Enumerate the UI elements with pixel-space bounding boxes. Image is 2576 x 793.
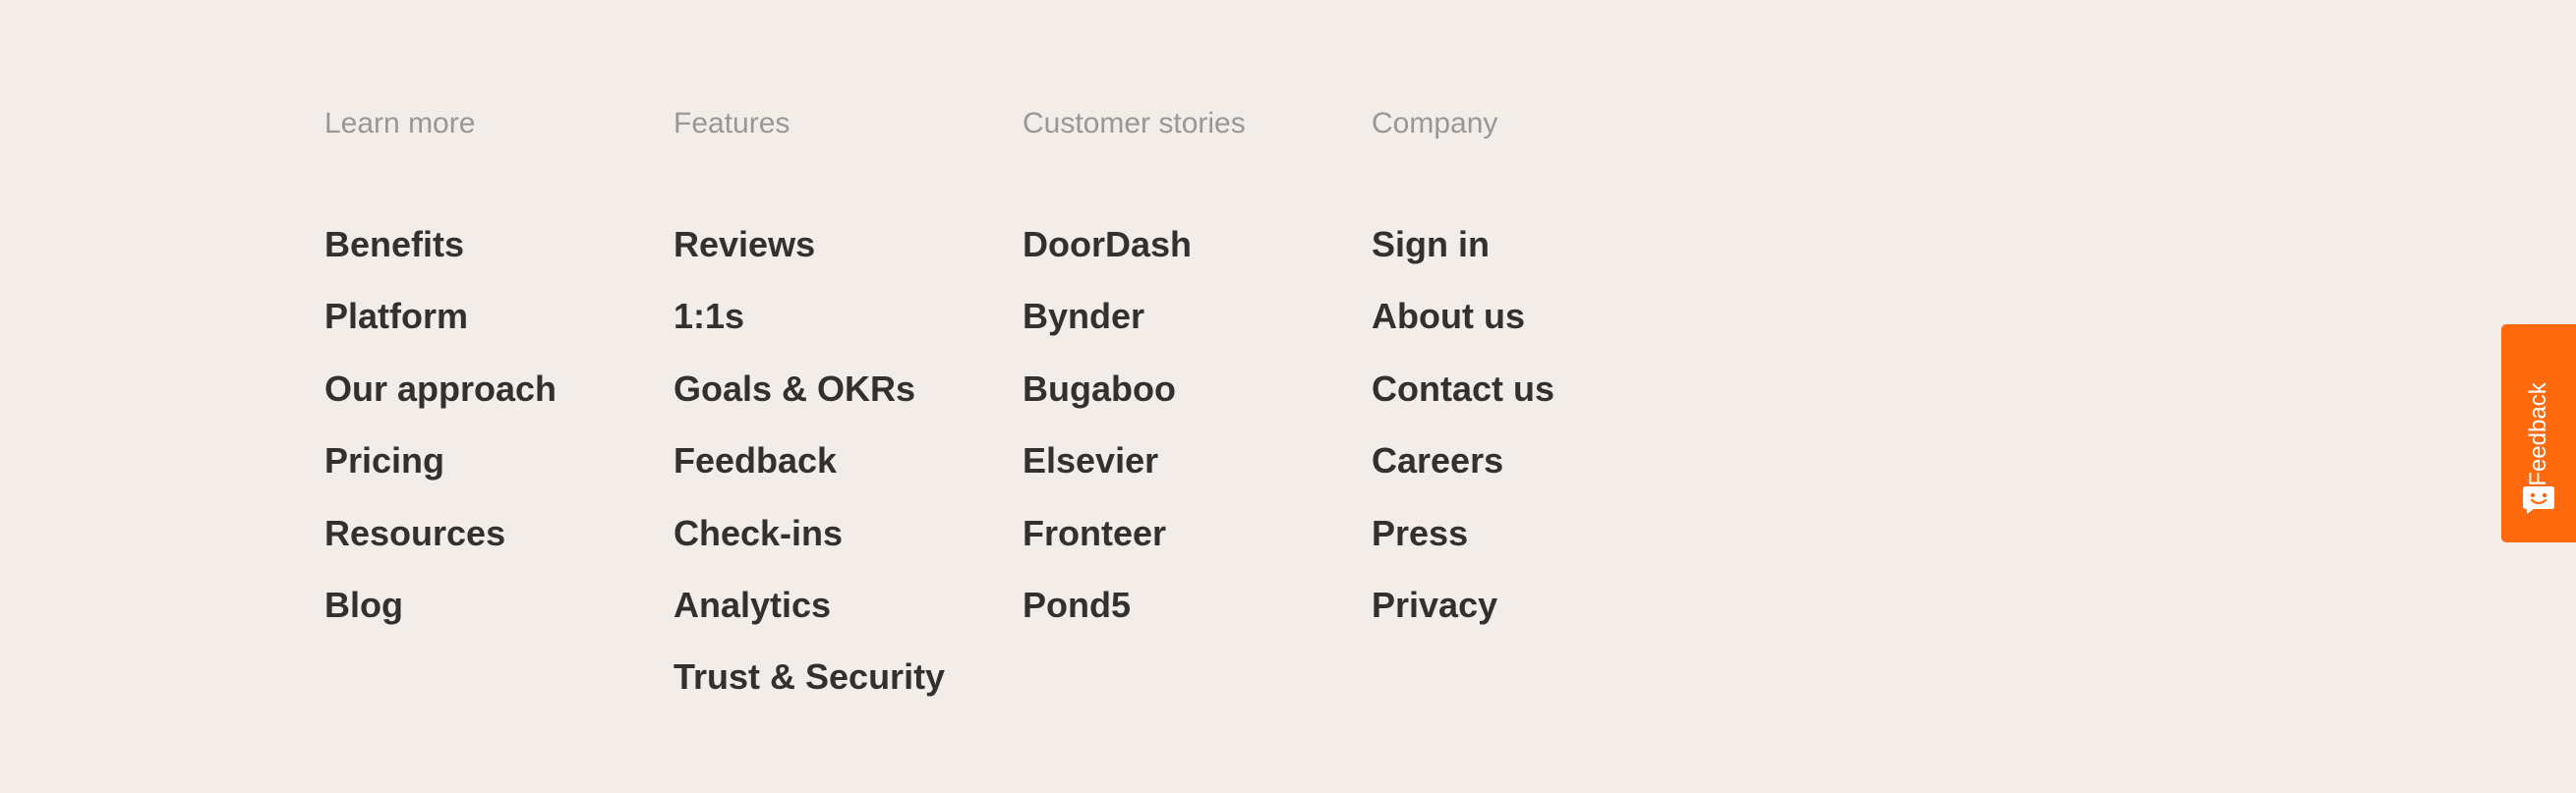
link-list: Sign in About us Contact us Careers Pres… bbox=[1372, 222, 1554, 654]
footer-link-goals-okrs[interactable]: Goals & OKRs bbox=[673, 367, 945, 438]
footer-link-bugaboo[interactable]: Bugaboo bbox=[1023, 367, 1192, 438]
link-list: Reviews 1:1s Goals & OKRs Feedback Check… bbox=[673, 222, 945, 727]
footer-link-one-on-ones[interactable]: 1:1s bbox=[673, 294, 945, 366]
feedback-label: Feedback bbox=[2525, 382, 2551, 486]
footer-link-careers[interactable]: Careers bbox=[1372, 438, 1554, 510]
footer-link-platform[interactable]: Platform bbox=[324, 294, 556, 366]
link-list: DoorDash Bynder Bugaboo Elsevier Frontee… bbox=[1023, 222, 1192, 654]
column-heading: Learn more bbox=[324, 107, 476, 140]
footer-link-blog[interactable]: Blog bbox=[324, 583, 556, 654]
chat-face-icon bbox=[2523, 486, 2554, 514]
footer-link-check-ins[interactable]: Check-ins bbox=[673, 511, 945, 583]
footer-link-elsevier[interactable]: Elsevier bbox=[1023, 438, 1192, 510]
footer-link-doordash[interactable]: DoorDash bbox=[1023, 222, 1192, 294]
footer-link-sign-in[interactable]: Sign in bbox=[1372, 222, 1554, 294]
footer-link-about-us[interactable]: About us bbox=[1372, 294, 1554, 366]
footer-link-trust-security[interactable]: Trust & Security bbox=[673, 654, 945, 726]
footer-link-pricing[interactable]: Pricing bbox=[324, 438, 556, 510]
feedback-tab-button[interactable]: Feedback bbox=[2501, 324, 2576, 542]
footer-link-pond5[interactable]: Pond5 bbox=[1023, 583, 1192, 654]
column-heading: Features bbox=[673, 107, 790, 140]
footer-link-reviews[interactable]: Reviews bbox=[673, 222, 945, 294]
footer-link-bynder[interactable]: Bynder bbox=[1023, 294, 1192, 366]
footer-nav: Learn more Benefits Platform Our approac… bbox=[324, 0, 1799, 793]
footer-link-privacy[interactable]: Privacy bbox=[1372, 583, 1554, 654]
footer-link-feedback[interactable]: Feedback bbox=[673, 438, 945, 510]
footer-link-contact-us[interactable]: Contact us bbox=[1372, 367, 1554, 438]
footer-link-our-approach[interactable]: Our approach bbox=[324, 367, 556, 438]
footer-link-press[interactable]: Press bbox=[1372, 511, 1554, 583]
column-heading: Customer stories bbox=[1023, 107, 1246, 140]
footer-link-benefits[interactable]: Benefits bbox=[324, 222, 556, 294]
link-list: Benefits Platform Our approach Pricing R… bbox=[324, 222, 556, 654]
column-heading: Company bbox=[1372, 107, 1498, 140]
footer-link-fronteer[interactable]: Fronteer bbox=[1023, 511, 1192, 583]
footer-link-resources[interactable]: Resources bbox=[324, 511, 556, 583]
footer-link-analytics[interactable]: Analytics bbox=[673, 583, 945, 654]
